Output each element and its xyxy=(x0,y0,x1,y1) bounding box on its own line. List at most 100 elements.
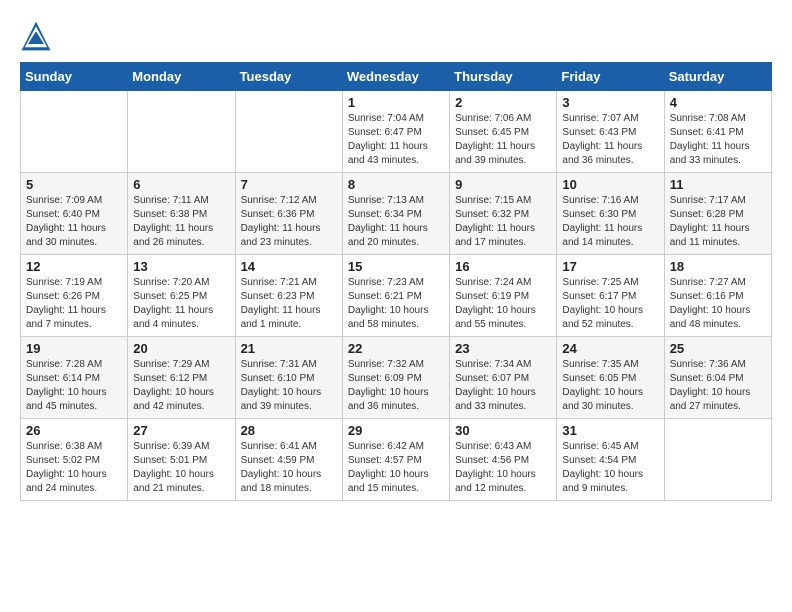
calendar-cell: 21 Sunrise: 7:31 AM Sunset: 6:10 PM Dayli… xyxy=(235,337,342,419)
day-number: 13 xyxy=(133,259,229,274)
day-number: 17 xyxy=(562,259,658,274)
calendar-cell: 31 Sunrise: 6:45 AM Sunset: 4:54 PM Dayli… xyxy=(557,419,664,501)
day-info: Sunrise: 7:20 AM Sunset: 6:25 PM Dayligh… xyxy=(133,276,229,332)
calendar-week-row: 19 Sunrise: 7:28 AM Sunset: 6:14 PM Dayli… xyxy=(21,337,772,419)
calendar-cell: 15Sunrise: 7:23 AM Sunset: 6:21 PM Dayli… xyxy=(342,255,449,337)
day-number: 11 xyxy=(670,177,766,192)
calendar-week-row: 1 Sunrise: 7:04 AM Sunset: 6:47 PM Daylig… xyxy=(21,91,772,173)
calendar-cell: 29 Sunrise: 6:42 AM Sunset: 4:57 PM Dayli… xyxy=(342,419,449,501)
day-info: Sunrise: 7:36 AM Sunset: 6:04 PM Dayligh… xyxy=(670,358,766,414)
day-number: 8 xyxy=(348,177,444,192)
logo-icon xyxy=(20,20,52,52)
day-number: 27 xyxy=(133,423,229,438)
calendar-cell: 14 Sunrise: 7:21 AM Sunset: 6:23 PM Dayli… xyxy=(235,255,342,337)
day-info: Sunrise: 7:04 AM Sunset: 6:47 PM Dayligh… xyxy=(348,112,444,168)
calendar-cell: 19 Sunrise: 7:28 AM Sunset: 6:14 PM Dayli… xyxy=(21,337,128,419)
day-info: Sunrise: 6:42 AM Sunset: 4:57 PM Dayligh… xyxy=(348,440,444,496)
day-info: Sunrise: 7:12 AM Sunset: 6:36 PM Dayligh… xyxy=(241,194,337,250)
day-number: 18 xyxy=(670,259,766,274)
day-number: 30 xyxy=(455,423,551,438)
day-number: 24 xyxy=(562,341,658,356)
day-info: Sunrise: 7:27 AM Sunset: 6:16 PM Dayligh… xyxy=(670,276,766,332)
day-number: 10 xyxy=(562,177,658,192)
calendar-cell: 27 Sunrise: 6:39 AM Sunset: 5:01 PM Dayli… xyxy=(128,419,235,501)
calendar-header-monday: Monday xyxy=(128,63,235,91)
day-info: Sunrise: 7:25 AM Sunset: 6:17 PM Dayligh… xyxy=(562,276,658,332)
day-number: 12 xyxy=(26,259,122,274)
calendar-cell: 2 Sunrise: 7:06 AM Sunset: 6:45 PM Daylig… xyxy=(450,91,557,173)
calendar-header-saturday: Saturday xyxy=(664,63,771,91)
calendar-header-friday: Friday xyxy=(557,63,664,91)
calendar-cell: 26Sunrise: 6:38 AM Sunset: 5:02 PM Dayli… xyxy=(21,419,128,501)
calendar-cell: 10 Sunrise: 7:16 AM Sunset: 6:30 PM Dayli… xyxy=(557,173,664,255)
day-info: Sunrise: 6:39 AM Sunset: 5:01 PM Dayligh… xyxy=(133,440,229,496)
calendar-table: SundayMondayTuesdayWednesdayThursdayFrid… xyxy=(20,62,772,501)
day-info: Sunrise: 7:31 AM Sunset: 6:10 PM Dayligh… xyxy=(241,358,337,414)
day-number: 19 xyxy=(26,341,122,356)
day-info: Sunrise: 7:15 AM Sunset: 6:32 PM Dayligh… xyxy=(455,194,551,250)
day-number: 3 xyxy=(562,95,658,110)
day-number: 5 xyxy=(26,177,122,192)
calendar-cell: 3 Sunrise: 7:07 AM Sunset: 6:43 PM Daylig… xyxy=(557,91,664,173)
calendar-cell: 22 Sunrise: 7:32 AM Sunset: 6:09 PM Dayli… xyxy=(342,337,449,419)
calendar-cell: 12 Sunrise: 7:19 AM Sunset: 6:26 PM Dayli… xyxy=(21,255,128,337)
day-info: Sunrise: 7:29 AM Sunset: 6:12 PM Dayligh… xyxy=(133,358,229,414)
calendar-cell: 11 Sunrise: 7:17 AM Sunset: 6:28 PM Dayli… xyxy=(664,173,771,255)
calendar-header-wednesday: Wednesday xyxy=(342,63,449,91)
day-number: 31 xyxy=(562,423,658,438)
calendar-cell: 8Sunrise: 7:13 AM Sunset: 6:34 PM Daylig… xyxy=(342,173,449,255)
day-info: Sunrise: 7:09 AM Sunset: 6:40 PM Dayligh… xyxy=(26,194,122,250)
day-info: Sunrise: 6:45 AM Sunset: 4:54 PM Dayligh… xyxy=(562,440,658,496)
day-number: 2 xyxy=(455,95,551,110)
calendar-cell: 16Sunrise: 7:24 AM Sunset: 6:19 PM Dayli… xyxy=(450,255,557,337)
calendar-cell: 17 Sunrise: 7:25 AM Sunset: 6:17 PM Dayli… xyxy=(557,255,664,337)
day-number: 4 xyxy=(670,95,766,110)
day-number: 21 xyxy=(241,341,337,356)
page-header xyxy=(20,20,772,52)
day-info: Sunrise: 7:28 AM Sunset: 6:14 PM Dayligh… xyxy=(26,358,122,414)
day-info: Sunrise: 6:41 AM Sunset: 4:59 PM Dayligh… xyxy=(241,440,337,496)
logo xyxy=(20,20,56,52)
day-info: Sunrise: 7:07 AM Sunset: 6:43 PM Dayligh… xyxy=(562,112,658,168)
day-info: Sunrise: 7:34 AM Sunset: 6:07 PM Dayligh… xyxy=(455,358,551,414)
day-number: 25 xyxy=(670,341,766,356)
day-info: Sunrise: 7:23 AM Sunset: 6:21 PM Dayligh… xyxy=(348,276,444,332)
calendar-cell: 6Sunrise: 7:11 AM Sunset: 6:38 PM Daylig… xyxy=(128,173,235,255)
calendar-header-row: SundayMondayTuesdayWednesdayThursdayFrid… xyxy=(21,63,772,91)
calendar-cell: 1 Sunrise: 7:04 AM Sunset: 6:47 PM Daylig… xyxy=(342,91,449,173)
calendar-cell xyxy=(128,91,235,173)
day-info: Sunrise: 7:16 AM Sunset: 6:30 PM Dayligh… xyxy=(562,194,658,250)
calendar-cell: 18 Sunrise: 7:27 AM Sunset: 6:16 PM Dayli… xyxy=(664,255,771,337)
day-info: Sunrise: 7:32 AM Sunset: 6:09 PM Dayligh… xyxy=(348,358,444,414)
day-number: 22 xyxy=(348,341,444,356)
day-info: Sunrise: 7:11 AM Sunset: 6:38 PM Dayligh… xyxy=(133,194,229,250)
day-number: 7 xyxy=(241,177,337,192)
calendar-cell: 24Sunrise: 7:35 AM Sunset: 6:05 PM Dayli… xyxy=(557,337,664,419)
day-number: 20 xyxy=(133,341,229,356)
day-info: Sunrise: 7:17 AM Sunset: 6:28 PM Dayligh… xyxy=(670,194,766,250)
calendar-cell: 7 Sunrise: 7:12 AM Sunset: 6:36 PM Daylig… xyxy=(235,173,342,255)
calendar-week-row: 12 Sunrise: 7:19 AM Sunset: 6:26 PM Dayli… xyxy=(21,255,772,337)
day-number: 14 xyxy=(241,259,337,274)
day-number: 26 xyxy=(26,423,122,438)
day-info: Sunrise: 7:24 AM Sunset: 6:19 PM Dayligh… xyxy=(455,276,551,332)
calendar-cell: 28 Sunrise: 6:41 AM Sunset: 4:59 PM Dayli… xyxy=(235,419,342,501)
day-info: Sunrise: 7:19 AM Sunset: 6:26 PM Dayligh… xyxy=(26,276,122,332)
calendar-header-thursday: Thursday xyxy=(450,63,557,91)
calendar-cell: 4 Sunrise: 7:08 AM Sunset: 6:41 PM Daylig… xyxy=(664,91,771,173)
day-info: Sunrise: 7:06 AM Sunset: 6:45 PM Dayligh… xyxy=(455,112,551,168)
calendar-cell: 30Sunrise: 6:43 AM Sunset: 4:56 PM Dayli… xyxy=(450,419,557,501)
calendar-cell: 20 Sunrise: 7:29 AM Sunset: 6:12 PM Dayli… xyxy=(128,337,235,419)
calendar-cell: 25 Sunrise: 7:36 AM Sunset: 6:04 PM Dayli… xyxy=(664,337,771,419)
day-info: Sunrise: 7:21 AM Sunset: 6:23 PM Dayligh… xyxy=(241,276,337,332)
calendar-cell: 23Sunrise: 7:34 AM Sunset: 6:07 PM Dayli… xyxy=(450,337,557,419)
day-info: Sunrise: 7:08 AM Sunset: 6:41 PM Dayligh… xyxy=(670,112,766,168)
day-number: 1 xyxy=(348,95,444,110)
calendar-week-row: 5 Sunrise: 7:09 AM Sunset: 6:40 PM Daylig… xyxy=(21,173,772,255)
day-number: 29 xyxy=(348,423,444,438)
day-number: 9 xyxy=(455,177,551,192)
calendar-week-row: 26Sunrise: 6:38 AM Sunset: 5:02 PM Dayli… xyxy=(21,419,772,501)
calendar-cell xyxy=(235,91,342,173)
calendar-cell xyxy=(664,419,771,501)
day-number: 28 xyxy=(241,423,337,438)
